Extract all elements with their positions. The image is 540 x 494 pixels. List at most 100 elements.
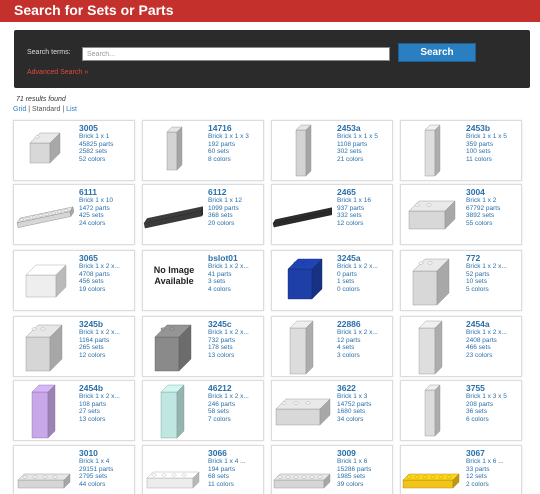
part-number[interactable]: 3755 [466, 384, 522, 393]
part-image[interactable] [401, 121, 461, 182]
part-image[interactable] [14, 185, 75, 246]
part-number[interactable]: 3004 [466, 188, 522, 197]
part-image[interactable] [143, 185, 206, 246]
part-card[interactable]: 2465 Brick 1 x 16 937 parts 332 sets 12 colo… [271, 184, 393, 245]
part-info: 3010 Brick 1 x 4 29151 parts 2795 sets 44 co… [79, 449, 135, 488]
part-card[interactable]: 3004 Brick 1 x 2 67792 parts 3892 sets 55 co… [400, 184, 522, 245]
part-number[interactable]: bslot01 [208, 254, 264, 263]
part-number[interactable]: 3010 [79, 449, 135, 458]
part-number[interactable]: 2465 [337, 188, 393, 197]
part-description: Brick 1 x 2 x... [208, 393, 249, 400]
part-card[interactable]: 3245a Brick 1 x 2 x... 0 parts 1 sets 0 colo… [271, 250, 393, 311]
brick-icon [146, 471, 200, 489]
part-number[interactable]: 6112 [208, 188, 264, 197]
part-card[interactable]: 3622 Brick 1 x 3 14752 parts 1680 sets 34 co… [271, 380, 393, 441]
view-grid-link[interactable]: Grid [13, 106, 26, 113]
part-card[interactable]: 3065 Brick 1 x 2 x... 4708 parts 456 sets 19… [13, 250, 135, 311]
view-standard-link[interactable]: Standard [32, 106, 60, 113]
part-card[interactable]: 772 Brick 1 x 2 x... 52 parts 10 sets 5 colo… [400, 250, 522, 311]
part-number[interactable]: 3065 [79, 254, 135, 263]
part-image[interactable] [14, 381, 74, 442]
part-card[interactable]: 6111 Brick 1 x 10 1472 parts 425 sets 24 col… [13, 184, 135, 245]
part-number[interactable]: 3245a [337, 254, 393, 263]
part-image[interactable] [143, 317, 203, 378]
part-image[interactable] [143, 446, 203, 494]
part-number[interactable]: 14716 [208, 124, 264, 133]
brick-icon [25, 264, 67, 298]
part-card[interactable]: 3010 Brick 1 x 4 29151 parts 2795 sets 44 co… [13, 445, 135, 494]
part-image[interactable] [401, 185, 461, 246]
part-card[interactable]: 3005 Brick 1 x 1 45825 parts 2582 sets 52 co… [13, 120, 135, 181]
part-image[interactable] [401, 381, 461, 442]
part-card[interactable]: 2454a Brick 1 x 2 x... 2408 parts 466 sets 2… [400, 316, 522, 377]
part-number[interactable]: 3245c [208, 320, 264, 329]
color-count: 19 colors [79, 285, 106, 293]
part-card[interactable]: 3067 Brick 1 x 6 ... 33 parts 12 sets 2 colo… [400, 445, 522, 494]
part-card[interactable]: 22886 Brick 1 x 2 x... 12 parts 4 sets 3 col… [271, 316, 393, 377]
color-count: 5 colors [466, 285, 489, 293]
part-number[interactable]: 2453a [337, 124, 393, 133]
part-image[interactable] [272, 121, 332, 182]
set-count: 368 sets [208, 212, 233, 220]
view-switcher: Grid | Standard | List [13, 106, 77, 113]
part-image[interactable] [143, 121, 203, 182]
brick-icon [289, 320, 314, 375]
part-count: 1164 parts [79, 336, 110, 344]
part-image[interactable] [401, 446, 461, 494]
part-card[interactable]: 3009 Brick 1 x 6 15286 parts 1985 sets 39 co… [271, 445, 393, 494]
part-number[interactable]: 3067 [466, 449, 522, 458]
search-input[interactable] [82, 47, 390, 61]
part-number[interactable]: 772 [466, 254, 522, 263]
part-image[interactable] [401, 317, 461, 378]
set-count: 100 sets [466, 148, 491, 156]
brick-icon [424, 124, 441, 177]
part-count: 1108 parts [337, 140, 368, 148]
part-card[interactable]: 3755 Brick 1 x 3 x 5 208 parts 36 sets 6 col… [400, 380, 522, 441]
part-number[interactable]: 3245b [79, 320, 135, 329]
part-count: 15286 parts [337, 465, 372, 473]
part-number[interactable]: 6111 [79, 188, 135, 197]
part-description: Brick 1 x 4 ... [208, 458, 246, 465]
part-number[interactable]: 3005 [79, 124, 135, 133]
part-image[interactable] [14, 121, 74, 182]
part-image[interactable] [14, 446, 74, 494]
part-card[interactable]: 6112 Brick 1 x 12 1099 parts 368 sets 20 col… [142, 184, 264, 245]
part-image[interactable] [143, 381, 203, 442]
part-card[interactable]: No Image Available bslot01 Brick 1 x 2 x..… [142, 250, 264, 311]
part-number[interactable]: 46212 [208, 384, 264, 393]
part-card[interactable]: 3245b Brick 1 x 2 x... 1164 parts 265 sets 1… [13, 316, 135, 377]
part-card[interactable]: 46212 Brick 1 x 2 x... 246 parts 58 sets 7 c… [142, 380, 264, 441]
color-count: 12 colors [79, 351, 106, 359]
search-button[interactable]: Search [398, 43, 476, 62]
advanced-search-link[interactable]: Advanced Search » [27, 69, 88, 76]
part-number[interactable]: 2453b [466, 124, 522, 133]
part-image[interactable] [14, 317, 74, 378]
part-info: 2454b Brick 1 x 2 x... 108 parts 27 sets 13 … [79, 384, 135, 423]
part-number[interactable]: 22886 [337, 320, 393, 329]
part-card[interactable]: 2453b Brick 1 x 1 x 5 359 parts 100 sets 11 … [400, 120, 522, 181]
part-card[interactable]: 14716 Brick 1 x 1 x 3 192 parts 60 sets 8 co… [142, 120, 264, 181]
part-image[interactable] [272, 185, 336, 246]
part-number[interactable]: 2454a [466, 320, 522, 329]
part-image[interactable]: No Image Available [143, 251, 203, 312]
part-number[interactable]: 3622 [337, 384, 393, 393]
part-image[interactable] [272, 446, 332, 494]
part-image[interactable] [401, 251, 461, 312]
part-number[interactable]: 3066 [208, 449, 264, 458]
color-count: 4 colors [208, 285, 231, 293]
part-image[interactable] [272, 381, 332, 442]
part-image[interactable] [272, 317, 332, 378]
part-number[interactable]: 3009 [337, 449, 393, 458]
set-count: 68 sets [208, 473, 229, 481]
part-card[interactable]: 3066 Brick 1 x 4 ... 194 parts 68 sets 11 co… [142, 445, 264, 494]
color-count: 2 colors [466, 480, 489, 488]
part-image[interactable] [14, 251, 74, 312]
part-count: 108 parts [79, 400, 107, 408]
part-card[interactable]: 2454b Brick 1 x 2 x... 108 parts 27 sets 13 … [13, 380, 135, 441]
part-number[interactable]: 2454b [79, 384, 135, 393]
set-count: 1 sets [337, 278, 355, 286]
view-list-link[interactable]: List [66, 106, 77, 113]
part-card[interactable]: 3245c Brick 1 x 2 x... 732 parts 178 sets 13… [142, 316, 264, 377]
part-image[interactable] [272, 251, 332, 312]
part-card[interactable]: 2453a Brick 1 x 1 x 5 1108 parts 302 sets 21… [271, 120, 393, 181]
